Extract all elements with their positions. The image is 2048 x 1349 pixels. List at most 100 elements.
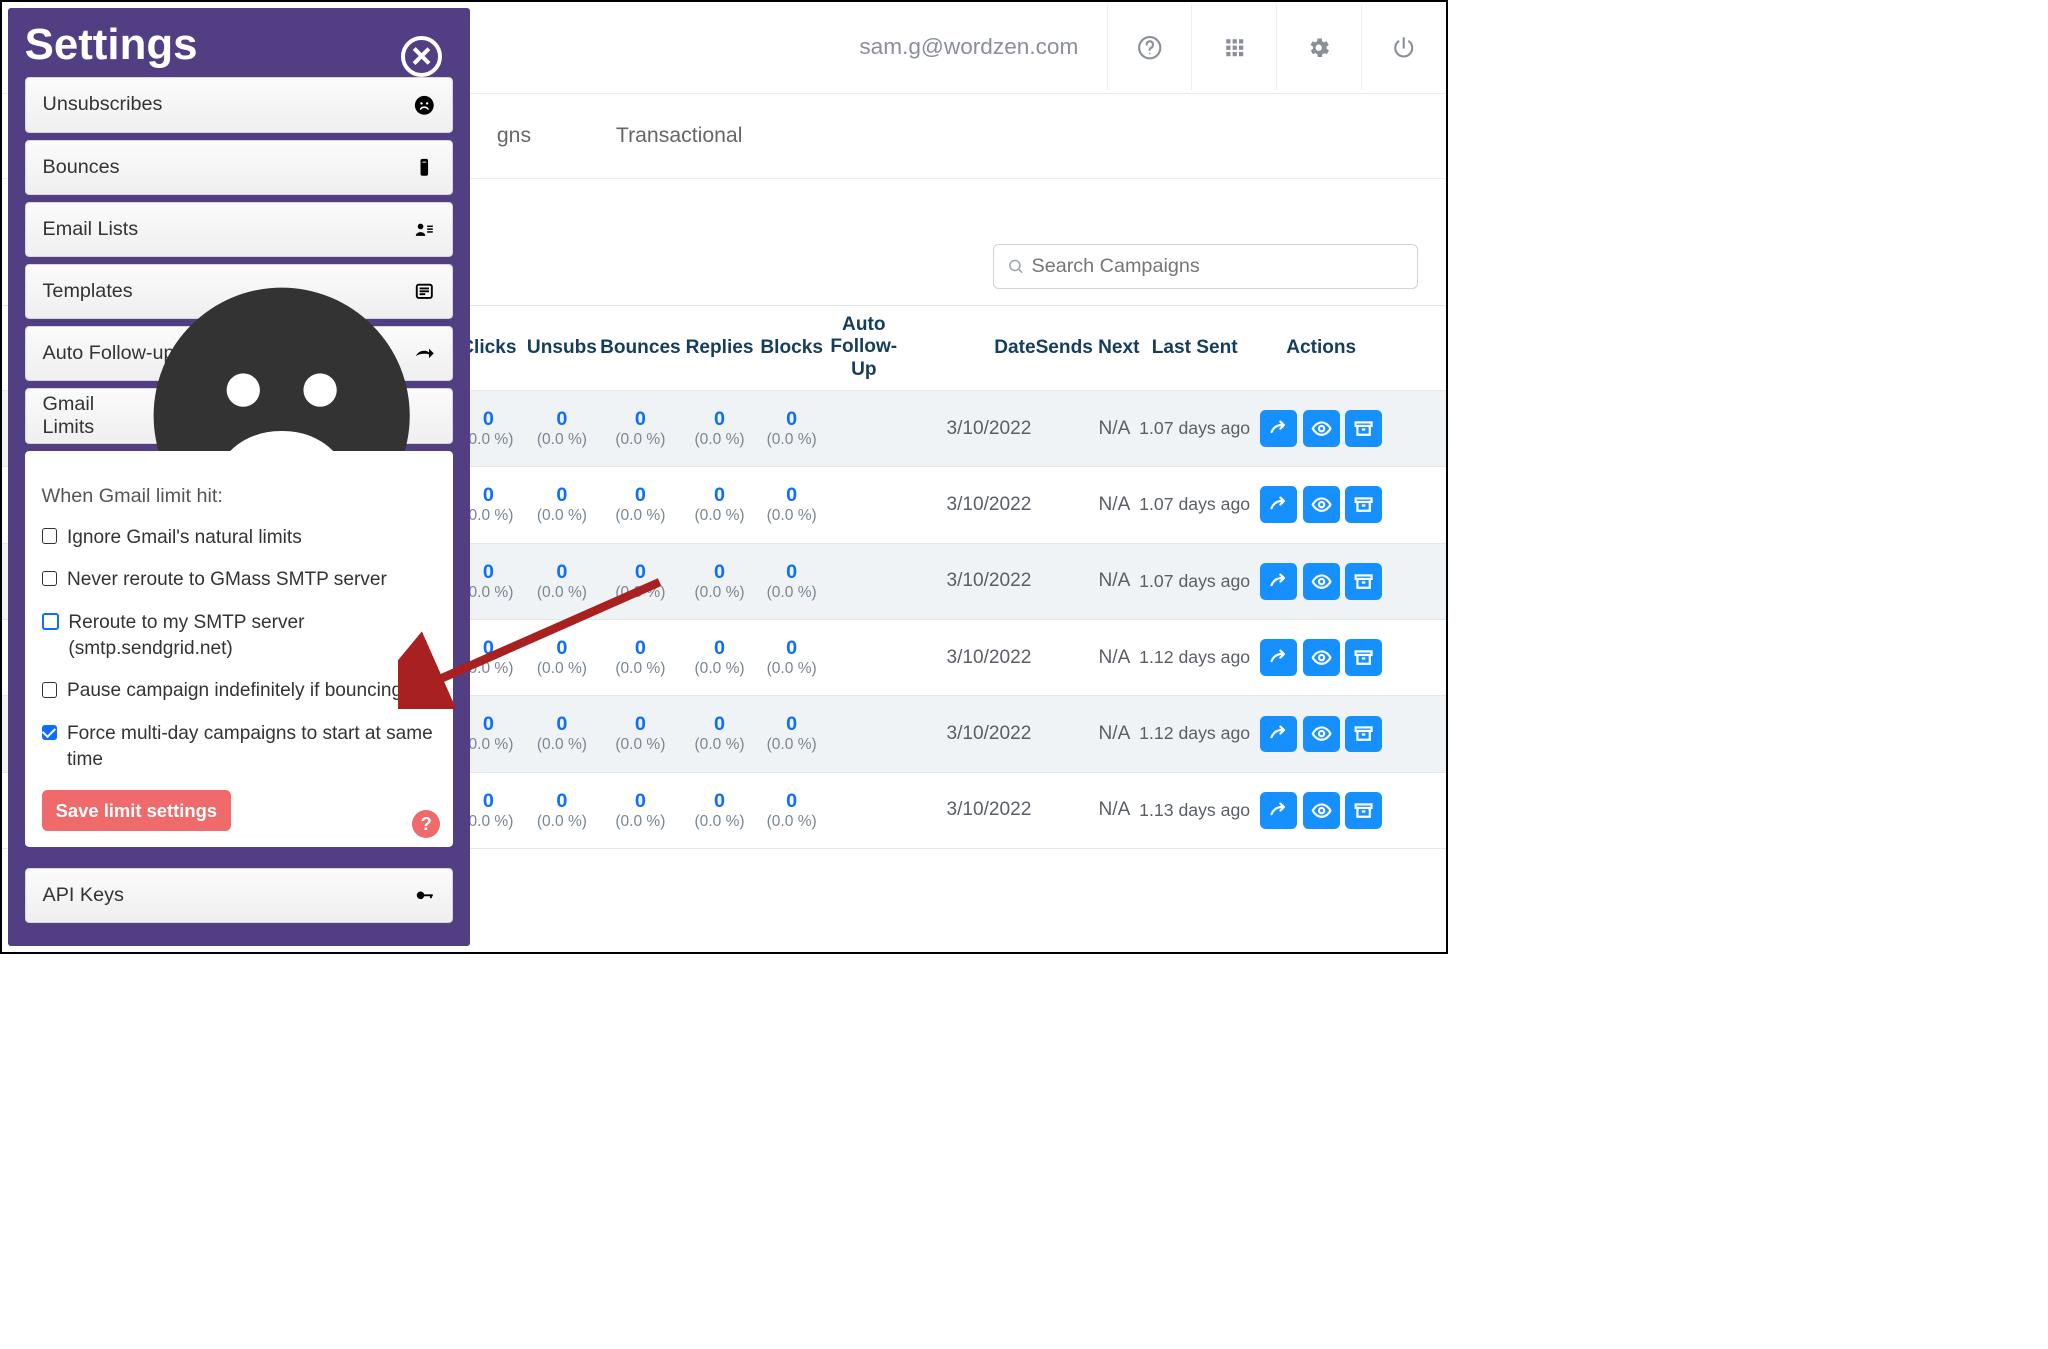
blocks-value[interactable]: 0	[757, 713, 826, 736]
unsubs-cell: 0(0.0 %)	[525, 484, 599, 525]
unsubs-pct: (0.0 %)	[525, 507, 599, 525]
opt-ignore-label: Ignore Gmail's natural limits	[67, 525, 302, 551]
blocks-pct: (0.0 %)	[757, 736, 826, 754]
checkbox-reroute[interactable]	[42, 613, 59, 630]
eye-icon	[1311, 571, 1332, 592]
action-view[interactable]	[1303, 563, 1340, 600]
search-box[interactable]	[993, 244, 1417, 289]
actions-cell	[1255, 486, 1388, 523]
tab-transactional[interactable]: Transactional	[616, 124, 743, 148]
action-archive[interactable]	[1345, 639, 1382, 676]
replies-value[interactable]: 0	[682, 713, 757, 736]
replies-value[interactable]: 0	[682, 637, 757, 660]
blocks-value[interactable]: 0	[757, 790, 826, 813]
action-view[interactable]	[1303, 792, 1340, 829]
bounces-value[interactable]: 0	[599, 637, 682, 660]
replies-value[interactable]: 0	[682, 408, 757, 431]
settings-button[interactable]	[1276, 5, 1361, 90]
save-limit-settings-button[interactable]: Save limit settings	[42, 790, 232, 832]
menu-gmaillimits-label: Gmail Limits	[43, 393, 128, 439]
opt-never[interactable]: Never reroute to GMass SMTP server	[42, 567, 437, 593]
menu-apikeys[interactable]: API Keys	[25, 868, 453, 923]
panel-help-button[interactable]: ?	[412, 810, 440, 838]
tab-campaigns-fragment[interactable]: gns	[497, 124, 531, 148]
replies-cell: 0(0.0 %)	[682, 561, 757, 602]
replies-value[interactable]: 0	[682, 484, 757, 507]
replies-pct: (0.0 %)	[682, 736, 757, 754]
action-share[interactable]	[1260, 639, 1297, 676]
menu-emaillists-label: Email Lists	[43, 218, 139, 241]
unsubs-cell: 0(0.0 %)	[525, 561, 599, 602]
unsubs-value[interactable]: 0	[525, 408, 599, 431]
blocks-value[interactable]: 0	[757, 484, 826, 507]
menu-emaillists[interactable]: Email Lists	[25, 202, 453, 257]
date-cell: 3/10/2022	[901, 799, 1035, 821]
close-button[interactable]	[401, 36, 442, 77]
bounces-value[interactable]: 0	[599, 408, 682, 431]
checkbox-ignore[interactable]	[42, 528, 58, 544]
search-input[interactable]	[1032, 255, 1404, 278]
replies-cell: 0(0.0 %)	[682, 790, 757, 831]
apps-button[interactable]	[1191, 5, 1276, 90]
action-archive[interactable]	[1345, 563, 1382, 600]
action-view[interactable]	[1303, 716, 1340, 753]
action-view[interactable]	[1303, 639, 1340, 676]
archive-icon	[1353, 723, 1374, 744]
menu-gmaillimits[interactable]: Gmail Limits	[25, 388, 453, 443]
action-archive[interactable]	[1345, 486, 1382, 523]
blocks-value[interactable]: 0	[757, 408, 826, 431]
action-view[interactable]	[1303, 410, 1340, 447]
col-blocks: Blocks	[757, 337, 826, 359]
blocks-value[interactable]: 0	[757, 561, 826, 584]
col-actions: Actions	[1255, 337, 1388, 359]
lastsent-cell: 1.12 days ago	[1135, 723, 1255, 744]
unsubs-value[interactable]: 0	[525, 637, 599, 660]
action-share[interactable]	[1260, 410, 1297, 447]
action-archive[interactable]	[1345, 410, 1382, 447]
archive-icon	[1353, 800, 1374, 821]
unsubs-value[interactable]: 0	[525, 790, 599, 813]
action-archive[interactable]	[1345, 792, 1382, 829]
bounces-value[interactable]: 0	[599, 713, 682, 736]
unsubs-value[interactable]: 0	[525, 561, 599, 584]
bounces-value[interactable]: 0	[599, 561, 682, 584]
replies-cell: 0(0.0 %)	[682, 484, 757, 525]
col-unsubs: Unsubs	[525, 337, 599, 359]
menu-bounces[interactable]: Bounces	[25, 140, 453, 195]
replies-cell: 0(0.0 %)	[682, 408, 757, 449]
action-view[interactable]	[1303, 486, 1340, 523]
replies-value[interactable]: 0	[682, 790, 757, 813]
opt-ignore[interactable]: Ignore Gmail's natural limits	[42, 525, 437, 551]
blocks-value[interactable]: 0	[757, 637, 826, 660]
action-share[interactable]	[1260, 563, 1297, 600]
opt-pause[interactable]: Pause campaign indefinitely if bouncing	[42, 678, 437, 704]
bounces-value[interactable]: 0	[599, 790, 682, 813]
unsubs-value[interactable]: 0	[525, 484, 599, 507]
unsubs-pct: (0.0 %)	[525, 736, 599, 754]
lastsent-cell: 1.07 days ago	[1135, 418, 1255, 439]
unsubs-value[interactable]: 0	[525, 713, 599, 736]
action-share[interactable]	[1260, 716, 1297, 753]
share-icon	[1268, 800, 1289, 821]
gear-icon	[1306, 35, 1331, 60]
opt-reroute[interactable]: Reroute to my SMTP server (smtp.sendgrid…	[42, 610, 437, 662]
opt-reroute-label: Reroute to my SMTP server (smtp.sendgrid…	[68, 610, 436, 662]
bounces-value[interactable]: 0	[599, 484, 682, 507]
help-button[interactable]	[1107, 5, 1192, 90]
action-archive[interactable]	[1345, 716, 1382, 753]
action-share[interactable]	[1260, 792, 1297, 829]
opt-force[interactable]: Force multi-day campaigns to start at sa…	[42, 721, 437, 773]
checkbox-never[interactable]	[42, 571, 58, 587]
unsubs-pct: (0.0 %)	[525, 660, 599, 678]
replies-value[interactable]: 0	[682, 561, 757, 584]
share-icon	[1268, 647, 1289, 668]
grid-icon	[1222, 35, 1247, 60]
phone-icon	[413, 156, 436, 179]
action-share[interactable]	[1260, 486, 1297, 523]
col-lastsent: Last Sent	[1135, 337, 1255, 359]
menu-unsubscribes[interactable]: Unsubscribes	[25, 77, 453, 132]
checkbox-force[interactable]	[42, 725, 58, 741]
checkbox-pause[interactable]	[42, 682, 58, 698]
menu-unsubscribes-label: Unsubscribes	[43, 93, 163, 116]
power-button[interactable]	[1361, 5, 1446, 90]
